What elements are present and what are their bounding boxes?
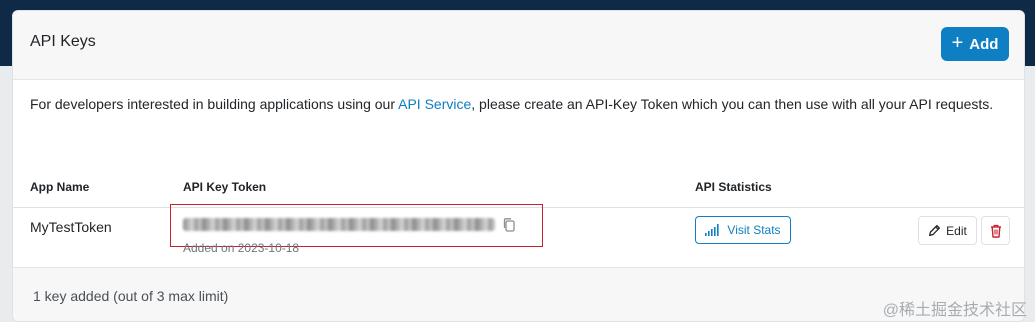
trash-icon — [990, 224, 1001, 238]
api-service-link[interactable]: API Service — [398, 96, 471, 112]
add-button[interactable]: + Add — [941, 27, 1009, 61]
add-button-label: Add — [969, 35, 999, 53]
api-keys-card: API Keys + Add For developers interested… — [12, 10, 1025, 322]
page-title: API Keys — [30, 33, 96, 50]
token-added-date: Added on 2023-10-18 — [183, 241, 300, 255]
description-prefix: For developers interested in building ap… — [30, 96, 399, 112]
edit-button-label: Edit — [946, 223, 967, 238]
visit-stats-button[interactable]: Visit Stats — [695, 216, 791, 244]
description-suffix: , please create an API-Key Token which y… — [471, 96, 994, 112]
app-name-cell: MyTestToken — [30, 219, 112, 235]
watermark-text: @稀土掘金技术社区 — [882, 302, 1027, 319]
pencil-icon — [929, 224, 941, 237]
signal-bars-icon — [705, 224, 720, 236]
key-count-summary: 1 key added (out of 3 max limit) — [33, 288, 229, 304]
edit-button[interactable]: Edit — [918, 216, 977, 245]
column-header-api-key-token: API Key Token — [183, 180, 267, 194]
card-footer: 1 key added (out of 3 max limit) — [13, 267, 1024, 321]
api-key-token-redacted — [183, 218, 495, 231]
delete-button[interactable] — [981, 216, 1010, 245]
column-header-api-statistics: API Statistics — [695, 180, 772, 194]
column-header-app-name: App Name — [30, 180, 90, 194]
copy-icon[interactable] — [501, 217, 517, 233]
card-header: API Keys + Add — [13, 11, 1024, 80]
visit-stats-label: Visit Stats — [727, 223, 781, 237]
description-text: For developers interested in building ap… — [30, 93, 1000, 116]
plus-icon: + — [951, 32, 964, 54]
